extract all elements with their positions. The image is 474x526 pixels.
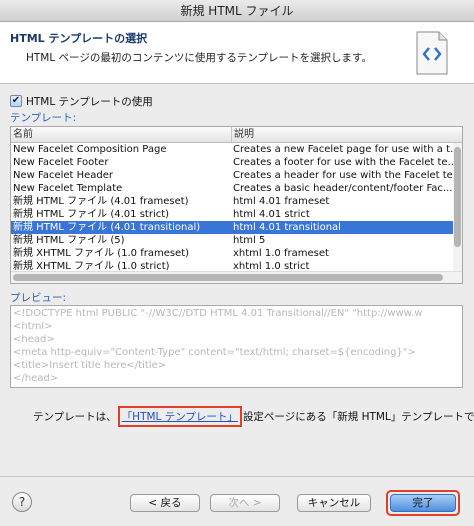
use-template-checkbox-row[interactable]: ✔ HTML テンプレートの使用 <box>10 94 153 108</box>
table-row[interactable]: 新規 HTML ファイル (5) html 5 <box>11 234 454 247</box>
vertical-scrollbar[interactable] <box>453 143 462 271</box>
template-name-cell: 新規 XHTML ファイル (1.0 strict) <box>13 261 170 271</box>
horizontal-scrollbar[interactable] <box>11 271 462 283</box>
template-description-cell: Creates a header for use with the Facele… <box>233 170 453 181</box>
templates-table[interactable]: 名前 説明 New Facelet Composition Page Create… <box>10 126 463 284</box>
template-description-cell: Creates a new Facelet page for use with … <box>233 144 453 155</box>
preview-label: プレビュー: <box>10 292 67 304</box>
use-template-label: HTML テンプレートの使用 <box>26 95 153 108</box>
footer-divider <box>0 476 474 477</box>
template-name-cell: New Facelet Footer <box>13 157 109 168</box>
page-description: HTML ページの最初のコンテンツに使用するテンプレートを選択します。 <box>26 52 372 64</box>
vertical-scroll-thumb[interactable] <box>454 147 461 247</box>
html-file-icon <box>416 31 448 75</box>
window-title: 新規 HTML ファイル <box>0 0 474 22</box>
table-row[interactable]: 新規 XHTML ファイル (1.0 strict) xhtml 1.0 stri… <box>11 260 454 271</box>
template-preview[interactable]: <!DOCTYPE html PUBLIC "-//W3C//DTD HTML … <box>10 305 463 388</box>
next-button[interactable]: 次へ > <box>210 494 280 512</box>
template-name-cell: 新規 HTML ファイル (4.01 strict) <box>13 209 170 220</box>
page-title: HTML テンプレートの選択 <box>10 32 148 45</box>
preview-line: <title>Insert title here</title> <box>13 360 167 371</box>
preview-line: <html> <box>13 321 53 332</box>
table-header: 名前 説明 <box>11 127 462 143</box>
table-row[interactable]: 新規 HTML ファイル (4.01 transitional) html 4.0… <box>11 221 454 234</box>
template-description-cell: html 5 <box>233 235 266 246</box>
column-header-name[interactable]: 名前 <box>11 127 231 143</box>
preview-line: <meta http-equiv="Content-Type" content=… <box>13 347 416 358</box>
template-description-cell: xhtml 1.0 frameset <box>233 248 329 259</box>
template-name-cell: New Facelet Header <box>13 170 114 181</box>
template-description-cell: html 4.01 transitional <box>233 222 341 233</box>
info-prefix: テンプレートは、 <box>33 411 117 423</box>
table-row[interactable]: 新規 XHTML ファイル (1.0 frameset) xhtml 1.0 fr… <box>11 247 454 260</box>
use-template-checkbox[interactable]: ✔ <box>10 95 22 107</box>
preview-line: <!DOCTYPE html PUBLIC "-//W3C//DTD HTML … <box>13 308 423 319</box>
table-row[interactable]: New Facelet Header Creates a header for u… <box>11 169 454 182</box>
help-button[interactable]: ? <box>12 492 32 512</box>
preferences-link-highlight: 「HTML テンプレート」 <box>117 406 242 427</box>
template-description-cell: html 4.01 strict <box>233 209 310 220</box>
info-suffix: 設定ページにある「新規 HTML」テンプレートです。 <box>242 411 474 423</box>
template-info-line: テンプレートは、 「HTML テンプレート」 設定ページにある「新規 HTML」… <box>33 406 474 427</box>
column-header-description[interactable]: 説明 <box>232 127 462 143</box>
template-name-cell: 新規 HTML ファイル (4.01 frameset) <box>13 196 189 207</box>
preview-line: <head> <box>13 334 55 345</box>
back-button[interactable]: < 戻る <box>130 494 200 512</box>
template-description-cell: xhtml 1.0 strict <box>233 261 310 271</box>
template-description-cell: html 4.01 frameset <box>233 196 330 207</box>
template-name-cell: New Facelet Composition Page <box>13 144 167 155</box>
template-name-cell: 新規 XHTML ファイル (1.0 frameset) <box>13 248 190 259</box>
template-name-cell: 新規 HTML ファイル (5) <box>13 235 125 246</box>
table-row[interactable]: 新規 HTML ファイル (4.01 frameset) html 4.01 fr… <box>11 195 454 208</box>
horizontal-scroll-thumb[interactable] <box>13 274 443 281</box>
table-row[interactable]: 新規 HTML ファイル (4.01 strict) html 4.01 stri… <box>11 208 454 221</box>
templates-label: テンプレート: <box>10 112 77 124</box>
wizard-header: HTML テンプレートの選択 HTML ページの最初のコンテンツに使用するテンプ… <box>0 22 474 84</box>
template-description-cell: Creates a basic header/content/footer Fa… <box>233 183 453 194</box>
finish-button[interactable]: 完了 <box>390 494 456 512</box>
new-html-file-dialog: 新規 HTML ファイル HTML テンプレートの選択 HTML ページの最初の… <box>0 0 474 526</box>
table-row[interactable]: New Facelet Template Creates a basic head… <box>11 182 454 195</box>
template-name-cell: 新規 HTML ファイル (4.01 transitional) <box>13 222 201 233</box>
html-template-preferences-link[interactable]: 「HTML テンプレート」 <box>122 411 238 423</box>
template-description-cell: Creates a footer for use with the Facele… <box>233 157 453 168</box>
table-rows: New Facelet Composition Page Creates a ne… <box>11 143 454 271</box>
template-name-cell: New Facelet Template <box>13 183 123 194</box>
table-row[interactable]: New Facelet Footer Creates a footer for u… <box>11 156 454 169</box>
cancel-button[interactable]: キャンセル <box>297 494 371 512</box>
preview-line: </head> <box>13 373 59 384</box>
table-row[interactable]: New Facelet Composition Page Creates a ne… <box>11 143 454 156</box>
